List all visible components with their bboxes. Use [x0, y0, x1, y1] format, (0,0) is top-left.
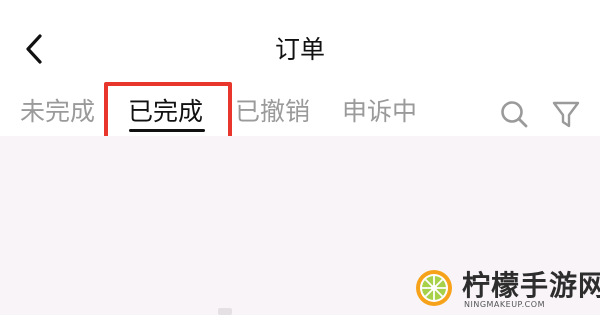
watermark-subtitle: NINGMAKEUP.COM: [464, 300, 545, 309]
filter-icon: [552, 101, 580, 128]
page-title: 订单: [274, 35, 325, 64]
search-icon: [501, 101, 528, 128]
header-bar: 订单: [0, 0, 600, 92]
scroll-indicator: [218, 308, 232, 315]
tab-cancelled[interactable]: 已撤销: [235, 92, 310, 132]
tab-incomplete[interactable]: 未完成: [20, 92, 95, 132]
watermark: 柠檬手游网 NINGMAKEUP.COM: [408, 262, 600, 315]
lemon-logo-icon: [416, 270, 452, 306]
tab-appealing[interactable]: 申诉中: [342, 92, 417, 132]
watermark-title: 柠檬手游网: [462, 269, 600, 302]
search-button[interactable]: [497, 97, 531, 131]
filter-button[interactable]: [549, 97, 583, 131]
